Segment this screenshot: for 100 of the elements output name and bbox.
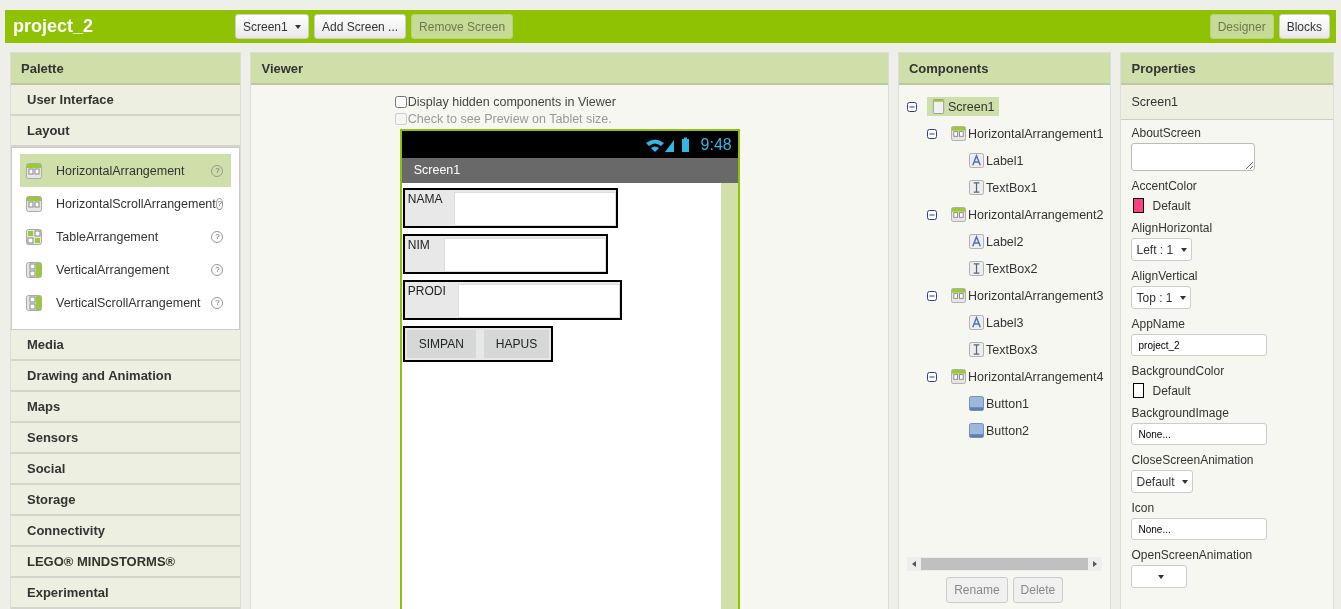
- scroll-left-icon[interactable]: [912, 561, 916, 567]
- palette-item[interactable]: VerticalScrollArrangement ?: [20, 286, 232, 319]
- view-toggle-button[interactable]: Blocks: [1278, 14, 1330, 39]
- tree-item[interactable]: Button1: [965, 394, 1034, 413]
- palette-category[interactable]: LEGO® MINDSTORMS®: [11, 547, 241, 578]
- palette-category[interactable]: Experimental: [11, 578, 241, 609]
- collapse-icon[interactable]: [927, 290, 937, 301]
- tree-item[interactable]: HorizontalArrangement4: [947, 367, 1108, 386]
- palette-category[interactable]: Sensors: [11, 423, 241, 454]
- text-cursor-icon: [969, 261, 984, 276]
- property-label: AccentColor: [1131, 179, 1197, 193]
- palette-category[interactable]: Connectivity: [11, 516, 241, 547]
- tree-item[interactable]: HorizontalArrangement1: [947, 124, 1108, 143]
- panel-header: Properties: [1121, 53, 1333, 85]
- caret-icon: [295, 25, 302, 30]
- property-label: Icon: [1131, 501, 1155, 515]
- collapse-icon[interactable]: [927, 209, 937, 220]
- button-icon: [969, 396, 984, 411]
- layout-icon: [26, 228, 42, 245]
- toolbar-button[interactable]: Add Screen ...: [314, 14, 407, 39]
- app-button[interactable]: SIMPAN: [406, 330, 476, 358]
- caret-icon: [1179, 296, 1186, 301]
- text-input[interactable]: [457, 284, 620, 318]
- palette-item[interactable]: HorizontalArrangement ?: [20, 154, 232, 187]
- checkbox-option[interactable]: Display hidden components in Viewer: [394, 93, 735, 110]
- caret-icon: [1158, 575, 1165, 580]
- text-input[interactable]: [454, 192, 617, 226]
- arrangement-icon: [951, 369, 966, 384]
- selected-component-name: Screen1: [1121, 85, 1333, 120]
- collapse-icon[interactable]: [907, 101, 917, 112]
- status-time: 9:48: [700, 135, 732, 154]
- text-input[interactable]: [443, 238, 606, 272]
- palette-category[interactable]: Drawing and Animation: [11, 361, 241, 392]
- field-label: NAMA: [406, 191, 444, 208]
- arrangement-icon: [951, 207, 966, 222]
- tree-item[interactable]: Label1: [965, 151, 1028, 170]
- tree-item[interactable]: TextBox2: [965, 259, 1042, 278]
- layout-icon: [26, 195, 42, 212]
- tree-item[interactable]: HorizontalArrangement2: [947, 205, 1108, 224]
- caret-icon: [1180, 248, 1187, 253]
- letter-a-icon: [969, 315, 984, 330]
- caret-icon: [1181, 480, 1188, 485]
- tree-item[interactable]: Button2: [965, 421, 1034, 440]
- property-label: AppName: [1131, 317, 1185, 331]
- palette-category[interactable]: Layout: [11, 116, 241, 147]
- dropdown[interactable]: Default: [1131, 470, 1193, 493]
- palette-item[interactable]: VerticalArrangement ?: [20, 253, 232, 286]
- property-label: AboutScreen: [1131, 126, 1201, 140]
- horizontal-scrollbar[interactable]: [907, 557, 1103, 571]
- layout-icon: [26, 261, 42, 278]
- tree-item[interactable]: Label2: [965, 232, 1028, 251]
- panel-header: Palette: [11, 53, 241, 85]
- screen-icon: [931, 99, 946, 114]
- tree-item[interactable]: Label3: [965, 313, 1028, 332]
- letter-a-icon: [969, 234, 984, 249]
- checkbox[interactable]: [394, 95, 407, 108]
- collapse-icon[interactable]: [927, 371, 937, 382]
- screen-dropdown[interactable]: Screen1: [235, 14, 310, 39]
- project-title: project_2: [13, 16, 95, 37]
- color-value: Default: [1152, 383, 1191, 398]
- color-swatch[interactable]: [1133, 198, 1145, 213]
- panel-header: Viewer: [251, 53, 888, 85]
- palette-category[interactable]: User Interface: [11, 85, 241, 116]
- tree-item[interactable]: HorizontalArrangement3: [947, 286, 1108, 305]
- palette-item[interactable]: TableArrangement ?: [20, 220, 232, 253]
- property-label: OpenScreenAnimation: [1131, 548, 1253, 562]
- property-label: BackgroundColor: [1131, 364, 1225, 378]
- letter-a-icon: [969, 153, 984, 168]
- color-swatch[interactable]: [1133, 383, 1145, 398]
- text-cursor-icon: [969, 180, 984, 195]
- tree-item[interactable]: TextBox1: [965, 178, 1042, 197]
- property-label: CloseScreenAnimation: [1131, 453, 1254, 467]
- layout-icon: [26, 162, 42, 179]
- text-field[interactable]: project_2: [1131, 334, 1268, 356]
- app-button[interactable]: HAPUS: [483, 330, 550, 358]
- color-value: Default: [1152, 198, 1191, 213]
- scroll-right-icon[interactable]: [1093, 561, 1098, 567]
- property-label: AlignVertical: [1131, 269, 1198, 283]
- property-label: BackgroundImage: [1131, 406, 1229, 420]
- text-field[interactable]: None...: [1131, 423, 1268, 445]
- text-cursor-icon: [969, 342, 984, 357]
- palette-category[interactable]: Media: [11, 330, 241, 361]
- app-title-bar: Screen1: [401, 158, 738, 183]
- palette-category[interactable]: Storage: [11, 485, 241, 516]
- field-label: NIM: [406, 237, 431, 254]
- palette-category[interactable]: Maps: [11, 392, 241, 423]
- button-icon: [969, 423, 984, 438]
- panel-header: Components: [899, 53, 1111, 85]
- tree-item[interactable]: TextBox3: [965, 340, 1042, 359]
- text-field[interactable]: None...: [1131, 518, 1268, 540]
- layout-icon: [26, 294, 42, 311]
- property-label: AlignHorizontal: [1131, 221, 1213, 235]
- arrangement-icon: [951, 288, 966, 303]
- tree-item[interactable]: Screen1: [927, 97, 999, 116]
- palette-item[interactable]: HorizontalScrollArrangement?: [20, 187, 232, 220]
- dropdown[interactable]: Left : 1: [1131, 238, 1192, 261]
- arrangement-icon: [951, 126, 966, 141]
- dropdown[interactable]: Top : 1: [1131, 286, 1191, 309]
- collapse-icon[interactable]: [927, 128, 937, 139]
- palette-category[interactable]: Social: [11, 454, 241, 485]
